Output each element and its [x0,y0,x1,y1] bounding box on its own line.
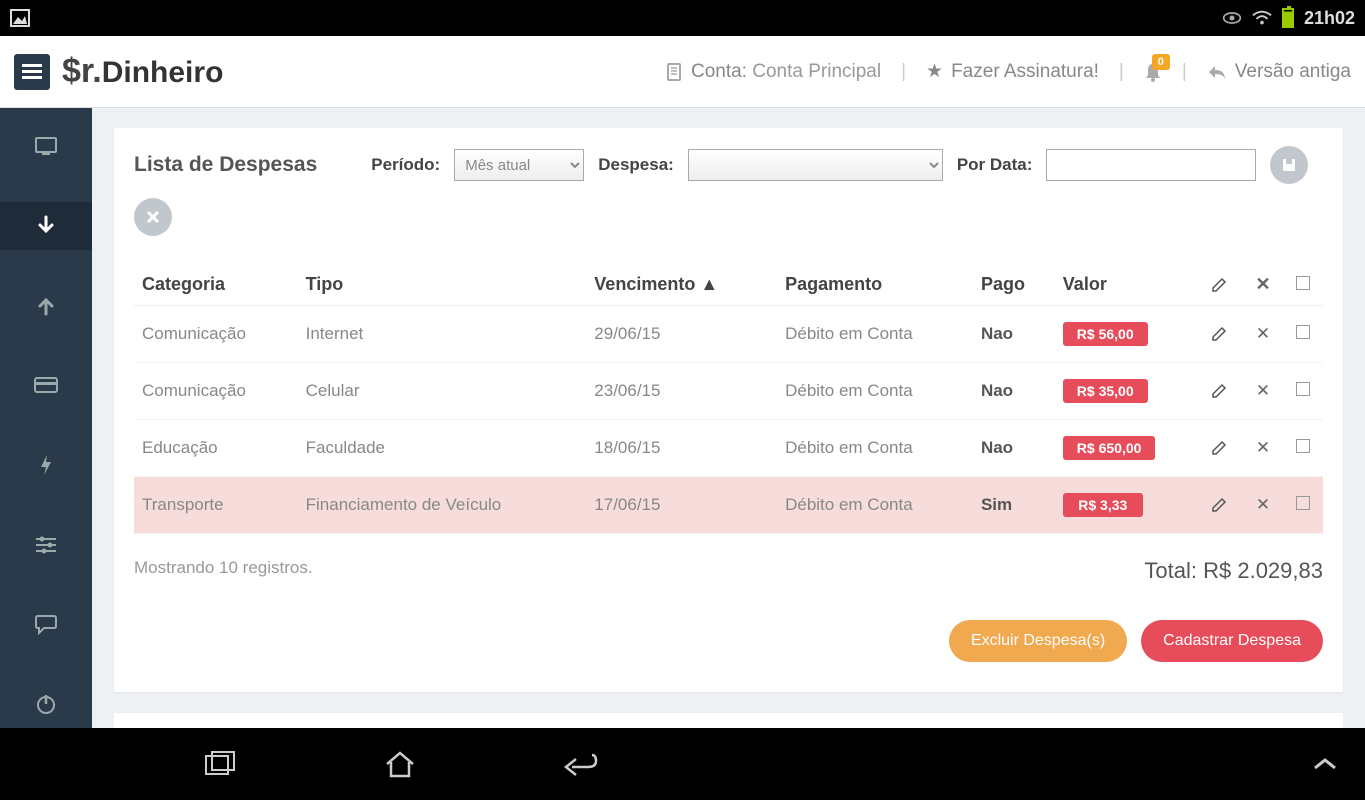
edit-row-button[interactable] [1203,477,1243,534]
cell-vencimento: 18/06/15 [586,420,777,477]
cell-vencimento: 29/06/15 [586,306,777,363]
sidebar-chat[interactable] [0,601,92,649]
list-icon [665,62,683,82]
date-input[interactable] [1046,149,1256,181]
page-title: Lista de Despesas [134,153,317,177]
cell-valor: R$ 35,00 [1055,363,1203,420]
sidebar [0,108,92,728]
cell-pagamento: Débito em Conta [777,306,973,363]
col-select-all[interactable] [1283,264,1323,306]
cell-tipo: Financiamento de Veículo [298,477,587,534]
android-navbar [0,728,1365,800]
subscribe-link[interactable]: ★ Fazer Assinatura! [926,60,1099,83]
sidebar-expenses[interactable] [0,202,92,250]
notifications-button[interactable]: 0 [1144,62,1162,82]
android-statusbar: 21h02 [0,0,1365,36]
expand-button[interactable] [1305,744,1345,784]
cell-tipo: Internet [298,306,587,363]
notification-badge: 0 [1152,54,1170,70]
delete-row-button[interactable]: ✕ [1243,306,1283,363]
cell-tipo: Faculdade [298,420,587,477]
home-button[interactable] [380,744,420,784]
col-pago[interactable]: Pago [973,264,1055,306]
delete-expenses-button[interactable]: Excluir Despesa(s) [949,620,1127,662]
cell-vencimento: 17/06/15 [586,477,777,534]
delete-row-button[interactable]: ✕ [1243,363,1283,420]
select-row-checkbox[interactable] [1283,363,1323,420]
cell-categoria: Comunicação [134,363,298,420]
despesa-select[interactable] [688,149,943,181]
col-delete: ✕ [1243,264,1283,306]
cell-categoria: Educação [134,420,298,477]
edit-row-button[interactable] [1203,363,1243,420]
select-row-checkbox[interactable] [1283,420,1323,477]
cell-tipo: Celular [298,363,587,420]
cell-categoria: Transporte [134,477,298,534]
edit-row-button[interactable] [1203,420,1243,477]
cell-pagamento: Débito em Conta [777,477,973,534]
col-vencimento[interactable]: Vencimento ▲ [586,264,777,306]
cell-valor: R$ 650,00 [1055,420,1203,477]
save-filter-button[interactable] [1270,146,1308,184]
sort-asc-icon: ▲ [700,274,718,294]
clear-filter-button[interactable] [134,198,172,236]
record-count: Mostrando 10 registros. [134,558,313,578]
sidebar-energy[interactable] [0,441,92,489]
footer: Sr. Dinheiro © 2010 Todos os Direitos Re… [114,712,1343,728]
add-expense-button[interactable]: Cadastrar Despesa [1141,620,1323,662]
col-tipo[interactable]: Tipo [298,264,587,306]
sidebar-cards[interactable] [0,361,92,409]
cell-pago: Nao [973,420,1055,477]
cell-pago: Nao [973,306,1055,363]
total-label: Total: R$ 2.029,83 [1144,558,1323,584]
image-icon [10,8,30,28]
edit-row-button[interactable] [1203,306,1243,363]
back-button[interactable] [560,744,600,784]
old-version-link[interactable]: Versão antiga [1207,61,1351,83]
cell-vencimento: 23/06/15 [586,363,777,420]
sidebar-settings[interactable] [0,521,92,569]
cell-valor: R$ 3,33 [1055,477,1203,534]
table-row[interactable]: ComunicaçãoCelular23/06/15Débito em Cont… [134,363,1323,420]
sidebar-income[interactable] [0,282,92,330]
sidebar-dashboard[interactable] [0,122,92,170]
col-categoria[interactable]: Categoria [134,264,298,306]
star-icon: ★ [926,60,943,83]
recent-apps-button[interactable] [200,744,240,784]
select-row-checkbox[interactable] [1283,477,1323,534]
cell-valor: R$ 56,00 [1055,306,1203,363]
cell-categoria: Comunicação [134,306,298,363]
cell-pagamento: Débito em Conta [777,420,973,477]
table-row[interactable]: TransporteFinanciamento de Veículo17/06/… [134,477,1323,534]
por-data-label: Por Data: [957,155,1033,175]
expenses-panel: Lista de Despesas Período: Mês atual Des… [114,128,1343,692]
delete-row-button[interactable]: ✕ [1243,477,1283,534]
expenses-table: Categoria Tipo Vencimento ▲ Pagamento Pa… [134,264,1323,534]
table-row[interactable]: ComunicaçãoInternet29/06/15Débito em Con… [134,306,1323,363]
col-pagamento[interactable]: Pagamento [777,264,973,306]
app-logo: $r.Dinheiro [62,52,223,91]
wifi-icon [1252,8,1272,28]
periodo-label: Período: [371,155,440,175]
table-row[interactable]: EducaçãoFaculdade18/06/15Débito em Conta… [134,420,1323,477]
battery-icon [1282,8,1294,28]
cell-pagamento: Débito em Conta [777,363,973,420]
col-valor[interactable]: Valor [1055,264,1203,306]
sidebar-power[interactable] [0,680,92,728]
statusbar-time: 21h02 [1304,8,1355,29]
cell-pago: Nao [973,363,1055,420]
despesa-label: Despesa: [598,155,674,175]
eye-icon [1222,8,1242,28]
col-edit [1203,264,1243,306]
delete-row-button[interactable]: ✕ [1243,420,1283,477]
cell-pago: Sim [973,477,1055,534]
app-header: $r.Dinheiro Conta: Conta Principal | ★ F… [0,36,1365,108]
account-selector[interactable]: Conta: Conta Principal [665,61,881,83]
reply-icon [1207,64,1227,80]
periodo-select[interactable]: Mês atual [454,149,584,181]
menu-button[interactable] [14,54,50,90]
select-row-checkbox[interactable] [1283,306,1323,363]
